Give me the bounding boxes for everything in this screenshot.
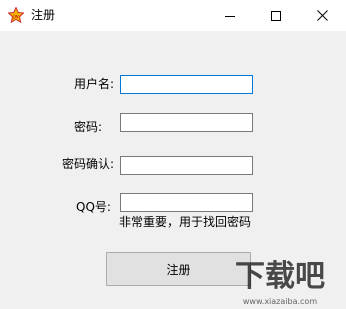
confirm-password-input[interactable] [120,156,253,175]
username-input[interactable] [120,75,253,94]
app-star-icon: jw [8,7,24,23]
maximize-button[interactable] [253,0,299,31]
minimize-icon [225,15,235,17]
password-label: 密码: [74,120,103,134]
username-label: 用户名: [74,77,115,91]
svg-text:jw: jw [12,14,18,20]
qq-hint-text: 非常重要，用于找回密码 [119,215,252,229]
qq-input[interactable] [120,193,253,212]
close-button[interactable] [299,0,345,31]
maximize-icon [271,10,281,21]
minimize-button[interactable] [207,0,253,31]
watermark-logo: 下载吧 www.xiazaiba.com [235,259,325,306]
title-bar[interactable]: jw 注册 [0,0,346,31]
close-icon [316,10,328,21]
svg-text:下载吧: 下载吧 [235,259,325,294]
confirm-password-label: 密码确认: [62,157,115,171]
password-input[interactable] [120,113,253,132]
qq-label: QQ号: [76,200,111,214]
register-window: jw 注册 用户名: 密码: 密码确认: QQ号: 非常重要，用于找回密码 注册 [0,0,346,309]
svg-text:www.xiazaiba.com: www.xiazaiba.com [243,297,317,306]
window-title: 注册 [31,8,56,22]
